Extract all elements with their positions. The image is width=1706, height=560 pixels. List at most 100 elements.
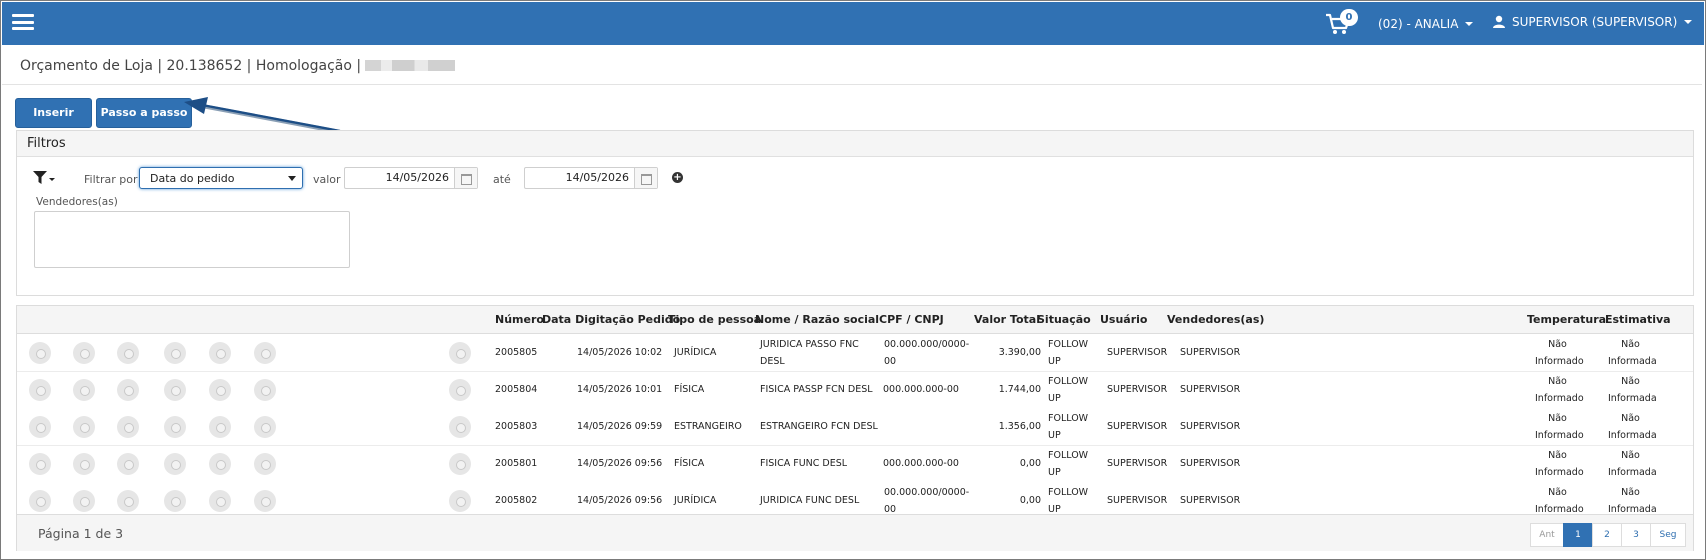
- cell-temperatura: Não Informado: [1535, 336, 1584, 370]
- cell-temperatura-line2: Informado: [1535, 467, 1584, 478]
- cell-usuario: SUPERVISOR: [1107, 458, 1168, 469]
- add-filter-icon[interactable]: +: [672, 172, 683, 183]
- to-date-input[interactable]: 14/05/2026: [524, 167, 658, 189]
- cell-data: 14/05/2026 09:59: [577, 421, 663, 432]
- col-vendedores[interactable]: Vendedores(as): [1167, 313, 1264, 326]
- col-cpf[interactable]: CPF / CNPJ: [879, 313, 944, 326]
- filter-icon[interactable]: [33, 171, 55, 185]
- cell-situacao-line2: UP: [1048, 467, 1061, 478]
- cell-data: 14/05/2026 09:56: [577, 495, 663, 506]
- edit-icon[interactable]: [29, 379, 51, 401]
- insert-button[interactable]: Inserir: [15, 98, 92, 128]
- user-menu[interactable]: SUPERVISOR (SUPERVISOR): [1492, 15, 1693, 29]
- view-icon[interactable]: [73, 453, 95, 475]
- col-data[interactable]: Data Digitação Pedido: [542, 313, 680, 326]
- copy-icon[interactable]: [117, 342, 139, 364]
- cell-nome: FISICA FUNC DESL: [760, 458, 848, 469]
- list-icon[interactable]: [164, 342, 186, 364]
- edit-note-icon[interactable]: [209, 379, 231, 401]
- edit-note-icon[interactable]: [209, 453, 231, 475]
- table-row[interactable]: 2005805 14/05/2026 10:02 JURÍDICA JURIDICA …: [17, 334, 1693, 372]
- cell-vendedor: SUPERVISOR: [1180, 384, 1241, 395]
- view-icon[interactable]: [73, 342, 95, 364]
- view-icon[interactable]: [73, 490, 95, 512]
- cell-situacao-line1: FOLLOW: [1048, 450, 1089, 461]
- cancel-icon[interactable]: [449, 379, 471, 401]
- table-row[interactable]: 2005803 14/05/2026 09:59 ESTRANGEIRO ESTRAN…: [17, 408, 1693, 446]
- cancel-icon[interactable]: [449, 342, 471, 364]
- user-label: SUPERVISOR (SUPERVISOR): [1512, 15, 1678, 29]
- col-estimativa[interactable]: Estimativa: [1605, 313, 1671, 326]
- copy-icon[interactable]: [117, 379, 139, 401]
- cell-cpf: 000.000.000-00: [883, 458, 959, 469]
- cell-tipo: JURÍDICA: [674, 347, 717, 358]
- next-page-button[interactable]: Seg: [1650, 523, 1686, 547]
- cell-situacao-line1: FOLLOW: [1048, 339, 1089, 350]
- table-row[interactable]: 2005804 14/05/2026 10:01 FÍSICA FISICA PASS…: [17, 371, 1693, 409]
- cell-temperatura: Não Informado: [1535, 484, 1584, 518]
- edit-note-icon[interactable]: [209, 342, 231, 364]
- history-icon[interactable]: [254, 490, 276, 512]
- history-icon[interactable]: [254, 342, 276, 364]
- col-nome[interactable]: Nome / Razão social: [755, 313, 879, 326]
- list-icon[interactable]: [164, 490, 186, 512]
- to-date-value: 14/05/2026: [565, 171, 629, 184]
- col-numero[interactable]: Número: [495, 313, 544, 326]
- view-icon[interactable]: [73, 379, 95, 401]
- col-tipo[interactable]: Tipo de pessoa: [668, 313, 761, 326]
- list-icon[interactable]: [164, 379, 186, 401]
- list-icon[interactable]: [164, 453, 186, 475]
- cell-tipo: ESTRANGEIRO: [674, 421, 742, 432]
- col-usuario[interactable]: Usuário: [1100, 313, 1148, 326]
- copy-icon[interactable]: [117, 490, 139, 512]
- col-situacao[interactable]: Situação: [1037, 313, 1091, 326]
- copy-icon[interactable]: [117, 416, 139, 438]
- breadcrumb: Orçamento de Loja | 20.138652 | Homologa…: [20, 58, 456, 74]
- cell-temperatura: Não Informado: [1535, 410, 1584, 444]
- cell-temperatura: Não Informado: [1535, 447, 1584, 481]
- page-1-button[interactable]: 1: [1563, 523, 1593, 547]
- cell-valor: 3.390,00: [998, 347, 1041, 358]
- copy-icon[interactable]: [117, 453, 139, 475]
- cart-count-badge: 0: [1340, 9, 1358, 26]
- edit-icon[interactable]: [29, 453, 51, 475]
- col-temperatura[interactable]: Temperatura: [1527, 313, 1606, 326]
- edit-icon[interactable]: [29, 490, 51, 512]
- cell-situacao: FOLLOW UP: [1039, 336, 1088, 370]
- cell-estimativa: Não Informada: [1608, 447, 1657, 481]
- filter-by-select[interactable]: Data do pedido: [139, 167, 303, 189]
- edit-icon[interactable]: [29, 416, 51, 438]
- sellers-field[interactable]: [34, 211, 350, 268]
- calendar-icon[interactable]: [454, 168, 477, 188]
- top-bar: 0 (02) - ANALIA SUPERVISOR (SUPERVISOR): [2, 2, 1704, 45]
- edit-note-icon[interactable]: [209, 490, 231, 512]
- edit-icon[interactable]: [29, 342, 51, 364]
- step-by-step-button[interactable]: Passo a passo: [96, 98, 192, 128]
- filters-title: Filtros: [17, 131, 1693, 157]
- cell-temperatura-line1: Não: [1548, 413, 1567, 424]
- cancel-icon[interactable]: [449, 490, 471, 512]
- from-date-input[interactable]: 14/05/2026: [344, 167, 478, 189]
- cancel-icon[interactable]: [449, 416, 471, 438]
- calendar-icon[interactable]: [634, 168, 657, 188]
- prev-page-button[interactable]: Ant: [1530, 523, 1564, 547]
- list-icon[interactable]: [164, 416, 186, 438]
- view-icon[interactable]: [73, 416, 95, 438]
- edit-note-icon[interactable]: [209, 416, 231, 438]
- sellers-label: Vendedores(as): [36, 196, 118, 208]
- history-icon[interactable]: [254, 416, 276, 438]
- page-2-button[interactable]: 2: [1592, 523, 1622, 547]
- cell-estimativa-line2: Informada: [1608, 356, 1657, 367]
- col-valor[interactable]: Valor Total: [974, 313, 1040, 326]
- cell-temperatura-line1: Não: [1548, 487, 1567, 498]
- to-label: até: [493, 173, 511, 186]
- history-icon[interactable]: [254, 379, 276, 401]
- cell-situacao: FOLLOW UP: [1039, 484, 1088, 518]
- menu-icon[interactable]: [12, 14, 34, 30]
- cancel-icon[interactable]: [449, 453, 471, 475]
- page-3-button[interactable]: 3: [1621, 523, 1651, 547]
- history-icon[interactable]: [254, 453, 276, 475]
- store-selector[interactable]: (02) - ANALIA: [1378, 17, 1474, 31]
- value-label: valor: [313, 173, 341, 186]
- table-row[interactable]: 2005801 14/05/2026 09:56 FÍSICA FISICA FUNC…: [17, 445, 1693, 483]
